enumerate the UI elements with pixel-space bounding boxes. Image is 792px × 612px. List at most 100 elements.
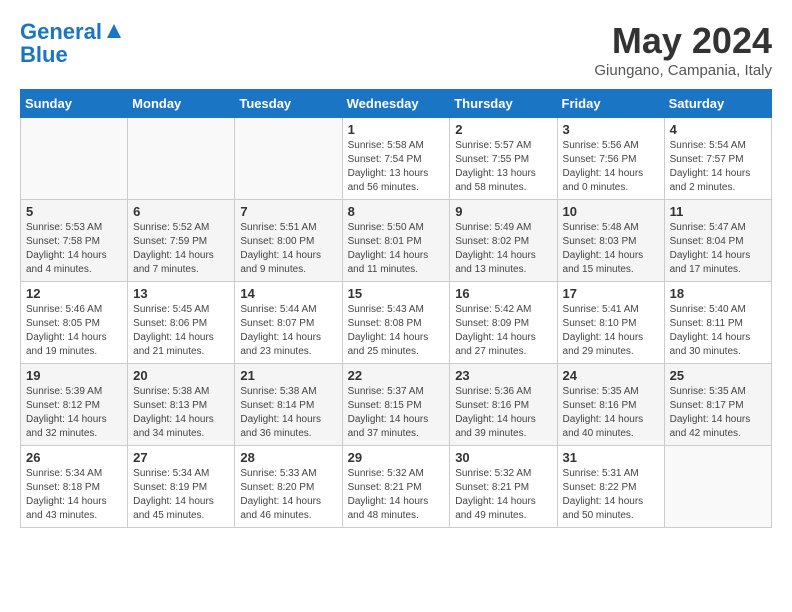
calendar-day-cell: 31Sunrise: 5:31 AMSunset: 8:22 PMDayligh… [557,446,664,528]
day-of-week-header: Tuesday [235,90,342,118]
calendar-day-cell [235,118,342,200]
calendar-day-cell: 14 Sunrise: 5:44 AMSunset: 8:07 PMDayligh… [235,282,342,364]
day-info: Sunrise: 5:36 AMSunset: 8:16 PMDaylight:… [455,385,551,441]
calendar-header-row: SundayMondayTuesdayWednesdayThursdayFrid… [21,90,772,118]
day-number: 6 [133,204,229,219]
logo-blue-text: Blue [20,43,123,67]
calendar-day-cell: 30 Sunrise: 5:32 AMSunset: 8:21 PMDayligh… [450,446,557,528]
calendar-day-cell: 10Sunrise: 5:48 AMSunset: 8:03 PMDayligh… [557,200,664,282]
day-number: 20 [133,368,229,383]
calendar-day-cell: 29 Sunrise: 5:32 AMSunset: 8:21 PMDayligh… [342,446,450,528]
day-info: Sunrise: 5:32 AMSunset: 8:21 PMDaylight:… [348,467,445,523]
day-info: Sunrise: 5:43 AMSunset: 8:08 PMDaylight:… [348,303,445,359]
calendar-day-cell: 15 Sunrise: 5:43 AMSunset: 8:08 PMDayligh… [342,282,450,364]
day-info: Sunrise: 5:47 AMSunset: 8:04 PMDaylight:… [670,221,766,277]
day-info: Sunrise: 5:33 AMSunset: 8:20 PMDaylight:… [240,467,336,523]
calendar-table: SundayMondayTuesdayWednesdayThursdayFrid… [20,89,772,528]
calendar-day-cell: 25 Sunrise: 5:35 AMSunset: 8:17 PMDayligh… [664,364,771,446]
logo-text: General [20,20,102,44]
calendar-day-cell: 18 Sunrise: 5:40 AMSunset: 8:11 PMDayligh… [664,282,771,364]
day-info: Sunrise: 5:37 AMSunset: 8:15 PMDaylight:… [348,385,445,441]
day-info: Sunrise: 5:38 AMSunset: 8:14 PMDaylight:… [240,385,336,441]
day-number: 3 [563,122,659,137]
day-info: Sunrise: 5:53 AMSunset: 7:58 PMDaylight:… [26,221,122,277]
day-of-week-header: Thursday [450,90,557,118]
day-number: 10 [563,204,659,219]
day-number: 5 [26,204,122,219]
calendar-week-row: 1Sunrise: 5:58 AMSunset: 7:54 PMDaylight… [21,118,772,200]
day-number: 4 [670,122,766,137]
day-number: 19 [26,368,122,383]
day-info: Sunrise: 5:34 AMSunset: 8:18 PMDaylight:… [26,467,122,523]
day-info: Sunrise: 5:56 AMSunset: 7:56 PMDaylight:… [563,139,659,195]
day-info: Sunrise: 5:40 AMSunset: 8:11 PMDaylight:… [670,303,766,359]
calendar-week-row: 19 Sunrise: 5:39 AMSunset: 8:12 PMDayligh… [21,364,772,446]
day-of-week-header: Friday [557,90,664,118]
day-number: 24 [563,368,659,383]
day-number: 2 [455,122,551,137]
day-number: 25 [670,368,766,383]
day-info: Sunrise: 5:50 AMSunset: 8:01 PMDaylight:… [348,221,445,277]
calendar-day-cell: 12 Sunrise: 5:46 AMSunset: 8:05 PMDayligh… [21,282,128,364]
day-number: 29 [348,450,445,465]
day-info: Sunrise: 5:49 AMSunset: 8:02 PMDaylight:… [455,221,551,277]
day-number: 12 [26,286,122,301]
month-title: May 2024 [594,20,772,62]
calendar-day-cell: 27Sunrise: 5:34 AMSunset: 8:19 PMDayligh… [128,446,235,528]
day-info: Sunrise: 5:38 AMSunset: 8:13 PMDaylight:… [133,385,229,441]
calendar-day-cell: 22 Sunrise: 5:37 AMSunset: 8:15 PMDayligh… [342,364,450,446]
calendar-day-cell [21,118,128,200]
day-info: Sunrise: 5:41 AMSunset: 8:10 PMDaylight:… [563,303,659,359]
day-info: Sunrise: 5:46 AMSunset: 8:05 PMDaylight:… [26,303,122,359]
calendar-day-cell: 1Sunrise: 5:58 AMSunset: 7:54 PMDaylight… [342,118,450,200]
calendar-day-cell: 7 Sunrise: 5:51 AMSunset: 8:00 PMDaylight… [235,200,342,282]
calendar-day-cell: 8 Sunrise: 5:50 AMSunset: 8:01 PMDaylight… [342,200,450,282]
day-number: 22 [348,368,445,383]
calendar-day-cell: 20 Sunrise: 5:38 AMSunset: 8:13 PMDayligh… [128,364,235,446]
day-of-week-header: Monday [128,90,235,118]
day-number: 30 [455,450,551,465]
calendar-day-cell: 28 Sunrise: 5:33 AMSunset: 8:20 PMDayligh… [235,446,342,528]
calendar-day-cell: 6Sunrise: 5:52 AMSunset: 7:59 PMDaylight… [128,200,235,282]
logo-icon [105,22,123,40]
day-number: 14 [240,286,336,301]
day-number: 7 [240,204,336,219]
day-number: 26 [26,450,122,465]
day-info: Sunrise: 5:44 AMSunset: 8:07 PMDaylight:… [240,303,336,359]
calendar-day-cell: 4 Sunrise: 5:54 AMSunset: 7:57 PMDaylight… [664,118,771,200]
day-info: Sunrise: 5:54 AMSunset: 7:57 PMDaylight:… [670,139,766,195]
day-number: 28 [240,450,336,465]
day-number: 21 [240,368,336,383]
calendar-day-cell: 5 Sunrise: 5:53 AMSunset: 7:58 PMDaylight… [21,200,128,282]
calendar-day-cell: 3 Sunrise: 5:56 AMSunset: 7:56 PMDaylight… [557,118,664,200]
day-info: Sunrise: 5:51 AMSunset: 8:00 PMDaylight:… [240,221,336,277]
day-number: 11 [670,204,766,219]
calendar-day-cell: 24Sunrise: 5:35 AMSunset: 8:16 PMDayligh… [557,364,664,446]
day-info: Sunrise: 5:39 AMSunset: 8:12 PMDaylight:… [26,385,122,441]
calendar-week-row: 5 Sunrise: 5:53 AMSunset: 7:58 PMDaylight… [21,200,772,282]
calendar-day-cell: 2 Sunrise: 5:57 AMSunset: 7:55 PMDaylight… [450,118,557,200]
day-of-week-header: Saturday [664,90,771,118]
day-number: 31 [563,450,659,465]
day-number: 15 [348,286,445,301]
day-number: 27 [133,450,229,465]
day-info: Sunrise: 5:32 AMSunset: 8:21 PMDaylight:… [455,467,551,523]
location: Giungano, Campania, Italy [594,62,772,79]
day-info: Sunrise: 5:45 AMSunset: 8:06 PMDaylight:… [133,303,229,359]
calendar-day-cell: 9Sunrise: 5:49 AMSunset: 8:02 PMDaylight… [450,200,557,282]
calendar-day-cell: 17 Sunrise: 5:41 AMSunset: 8:10 PMDayligh… [557,282,664,364]
day-number: 1 [348,122,445,137]
calendar-week-row: 12 Sunrise: 5:46 AMSunset: 8:05 PMDayligh… [21,282,772,364]
day-number: 17 [563,286,659,301]
day-info: Sunrise: 5:35 AMSunset: 8:17 PMDaylight:… [670,385,766,441]
day-of-week-header: Wednesday [342,90,450,118]
day-number: 8 [348,204,445,219]
calendar-day-cell: 26 Sunrise: 5:34 AMSunset: 8:18 PMDayligh… [21,446,128,528]
day-number: 16 [455,286,551,301]
calendar-day-cell: 13 Sunrise: 5:45 AMSunset: 8:06 PMDayligh… [128,282,235,364]
day-number: 23 [455,368,551,383]
day-number: 18 [670,286,766,301]
day-info: Sunrise: 5:57 AMSunset: 7:55 PMDaylight:… [455,139,551,195]
logo: General Blue [20,20,123,67]
day-number: 13 [133,286,229,301]
